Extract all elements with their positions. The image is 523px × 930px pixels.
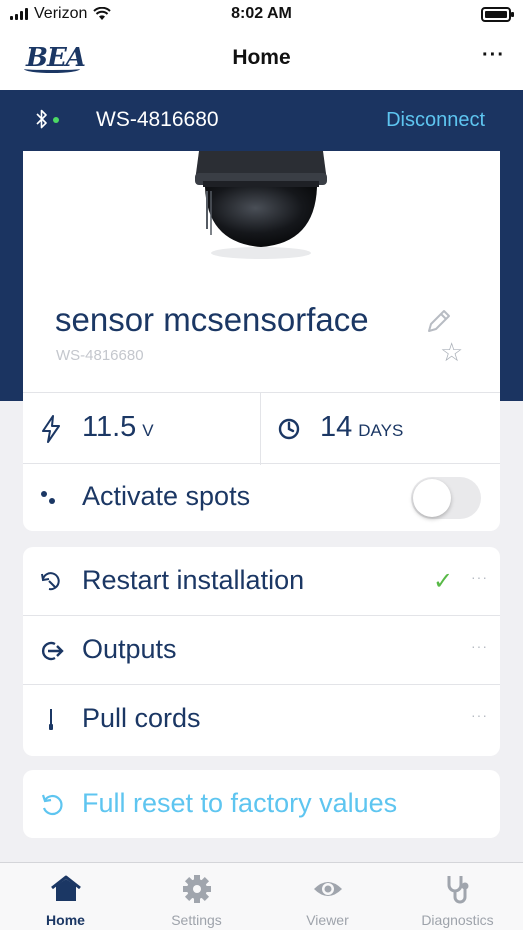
clock: 8:02 AM <box>231 5 292 22</box>
connection-status-dot <box>53 117 59 123</box>
activate-spots-row: Activate spots <box>23 464 500 531</box>
spots-icon <box>41 491 55 504</box>
tab-home-label: Home <box>46 912 85 928</box>
pull-cords-label: Pull cords <box>82 703 201 733</box>
home-icon <box>51 875 81 901</box>
pull-cords-more-icon[interactable]: ··· <box>471 707 488 723</box>
tab-bar: Home Settings Viewer Diagnostics <box>0 862 523 930</box>
tab-viewer-label: Viewer <box>306 912 349 928</box>
pull-cord-icon <box>49 709 53 730</box>
uptime-stat: 14 DAYS <box>261 393 500 465</box>
outputs-icon <box>42 641 64 661</box>
toggle-knob <box>413 479 451 517</box>
gear-icon <box>183 875 211 903</box>
voltage-value: 11.5 <box>82 411 137 443</box>
restart-more-icon[interactable]: ··· <box>471 569 488 585</box>
reset-icon <box>41 794 63 816</box>
device-name: sensor mcsensorface <box>55 301 369 338</box>
tab-settings[interactable]: Settings <box>131 863 262 930</box>
device-card: sensor mcsensorface WS-4816680 ☆ 11.5 V 1… <box>23 151 500 531</box>
more-menu-button[interactable]: ··· <box>482 44 505 67</box>
pull-cords-row[interactable]: Pull cords ··· <box>23 685 500 754</box>
factory-reset-label: Full reset to factory values <box>82 788 398 818</box>
restart-installation-label: Restart installation <box>82 565 305 595</box>
app-header: BEA Home ··· <box>0 30 523 90</box>
outputs-label: Outputs <box>82 634 177 664</box>
activate-spots-label: Activate spots <box>82 481 251 511</box>
tab-diagnostics[interactable]: Diagnostics <box>392 863 523 930</box>
uptime-value: 14 <box>320 411 353 443</box>
edit-name-icon[interactable] <box>425 307 453 335</box>
clock-icon <box>278 418 300 440</box>
factory-reset-button[interactable]: Full reset to factory values <box>23 770 500 838</box>
page-title: Home <box>232 46 291 69</box>
lightning-icon <box>42 415 60 443</box>
outputs-more-icon[interactable]: ··· <box>471 638 488 654</box>
battery-icon <box>481 7 514 22</box>
bluetooth-icon <box>36 109 47 129</box>
restart-installation-icon <box>41 572 60 591</box>
tab-diagnostics-label: Diagnostics <box>421 912 494 928</box>
restart-installation-row[interactable]: Restart installation ✓ ··· <box>23 547 500 616</box>
stats-row: 11.5 V 14 DAYS <box>23 392 500 465</box>
disconnect-button[interactable]: Disconnect <box>386 109 485 132</box>
voltage-stat: 11.5 V <box>23 393 261 465</box>
connection-bar: WS-4816680 Disconnect <box>0 90 523 150</box>
checkmark-icon: ✓ <box>433 568 454 595</box>
tab-viewer[interactable]: Viewer <box>262 863 393 930</box>
actions-card: Restart installation ✓ ··· Outputs ··· P… <box>23 547 500 756</box>
favorite-star-icon[interactable]: ☆ <box>440 337 463 368</box>
voltage-value-group: 11.5 V <box>82 411 154 444</box>
uptime-unit: DAYS <box>358 421 404 440</box>
activate-spots-toggle[interactable] <box>411 477 481 519</box>
stethoscope-icon <box>447 876 469 904</box>
outputs-row[interactable]: Outputs ··· <box>23 616 500 685</box>
tab-home[interactable]: Home <box>0 863 131 930</box>
sensor-image <box>195 151 327 259</box>
connected-device-id: WS-4816680 <box>96 108 219 131</box>
eye-icon <box>314 882 342 896</box>
tab-settings-label: Settings <box>171 912 222 928</box>
voltage-unit: V <box>142 421 154 440</box>
device-serial: WS-4816680 <box>56 347 144 364</box>
uptime-value-group: 14 DAYS <box>320 411 403 444</box>
status-bar: Verizon 8:02 AM <box>0 0 523 30</box>
